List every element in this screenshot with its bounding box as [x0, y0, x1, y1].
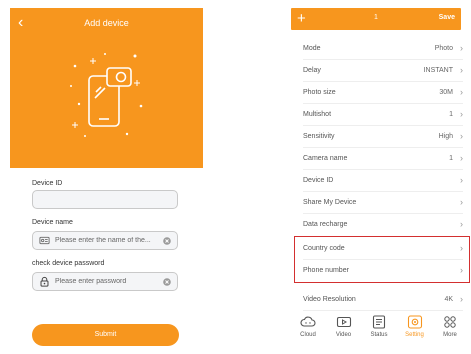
settings-row-label: Video Resolution — [303, 296, 356, 303]
device-id-label: Device ID — [32, 180, 63, 187]
settings-row[interactable]: Multishot 1 › — [303, 104, 463, 126]
header-banner: ‹ Add device — [10, 8, 203, 168]
chevron-right-icon: › — [460, 175, 463, 185]
settings-screen: + 1 Save Mode Photo › Delay INSTANT › Photo si… — [283, 0, 471, 354]
settings-row[interactable]: Share My Device › — [303, 192, 463, 214]
settings-row-label: Data recharge — [303, 221, 348, 228]
highlight-box — [294, 236, 470, 283]
password-field[interactable]: Please enter password — [32, 272, 178, 291]
tab-video[interactable]: Video — [329, 313, 359, 349]
chevron-right-icon: › — [460, 131, 463, 141]
tab-cloud[interactable]: Cloud — [293, 313, 323, 349]
tab-more[interactable]: More — [435, 313, 465, 349]
top-bar: + 1 Save — [291, 8, 461, 30]
chevron-right-icon: › — [460, 109, 463, 119]
settings-row[interactable]: Video Resolution 4K › — [303, 289, 463, 311]
settings-row-label: Delay — [303, 67, 321, 74]
settings-row-label: Device ID — [303, 177, 334, 184]
phone-camera-illustration — [70, 53, 143, 137]
password-label: check device password — [32, 260, 105, 267]
chevron-right-icon: › — [460, 87, 463, 97]
clear-icon[interactable] — [163, 277, 171, 286]
settings-row-label: Mode — [303, 45, 321, 52]
chevron-right-icon: › — [460, 197, 463, 207]
video-icon — [336, 316, 351, 328]
settings-row[interactable]: Camera name 1 › — [303, 148, 463, 170]
id-card-icon — [39, 236, 50, 245]
device-name-field[interactable]: Please enter the name of the... — [32, 231, 178, 250]
device-name-label: Device name — [32, 219, 73, 226]
submit-button[interactable]: Submit — [32, 324, 179, 346]
clear-icon[interactable] — [163, 236, 171, 245]
settings-row-value: INSTANT — [423, 67, 453, 74]
settings-row-value: 30M — [439, 89, 453, 96]
tab-label: Status — [370, 332, 388, 338]
tab-status[interactable]: Status — [364, 313, 394, 349]
tab-label: Cloud — [300, 332, 316, 338]
settings-row[interactable]: Data recharge › — [303, 214, 463, 236]
settings-row[interactable]: Mode Photo › — [303, 38, 463, 60]
password-placeholder: Please enter password — [55, 278, 127, 285]
settings-row-label: Multishot — [303, 111, 332, 118]
grid-icon — [444, 316, 456, 328]
chevron-right-icon: › — [460, 219, 463, 229]
tab-label: Video — [335, 332, 352, 338]
page-title: Add device — [84, 18, 129, 28]
settings-row-label: Sensitivity — [303, 133, 335, 140]
settings-row-value: 1 — [449, 111, 453, 118]
settings-row-value: Photo — [434, 45, 453, 52]
settings-row[interactable]: Delay INSTANT › — [303, 60, 463, 82]
chevron-right-icon: › — [460, 43, 463, 53]
settings-row-value: High — [438, 133, 453, 140]
cloud-icon — [300, 316, 316, 327]
device-count: 1 — [374, 14, 378, 21]
tab-label: Setting — [405, 332, 424, 338]
lock-icon — [40, 276, 49, 287]
device-id-field[interactable] — [32, 190, 178, 209]
tab-setting[interactable]: Setting — [400, 313, 430, 349]
add-device-screen: ‹ Add device Device ID Device name Pleas… — [0, 0, 210, 354]
settings-row-label: Camera name — [303, 155, 348, 162]
settings-row[interactable]: Photo size 30M › — [303, 82, 463, 104]
save-button[interactable]: Save — [439, 14, 455, 21]
settings-row-value: 4K — [444, 296, 453, 303]
gear-icon — [407, 315, 422, 329]
device-name-placeholder: Please enter the name of the... — [55, 237, 151, 244]
settings-row-value: 1 — [449, 155, 453, 162]
chevron-right-icon: › — [460, 294, 463, 304]
chevron-right-icon: › — [460, 65, 463, 75]
settings-row[interactable]: Device ID › — [303, 170, 463, 192]
chevron-right-icon: › — [460, 153, 463, 163]
settings-row-label: Photo size — [303, 89, 336, 96]
settings-row-label: Share My Device — [303, 199, 357, 206]
bottom-tab-bar: Cloud Video Status Setting More — [293, 313, 465, 349]
status-icon — [372, 315, 386, 329]
settings-row[interactable]: Sensitivity High › — [303, 126, 463, 148]
tab-label: More — [443, 332, 457, 338]
